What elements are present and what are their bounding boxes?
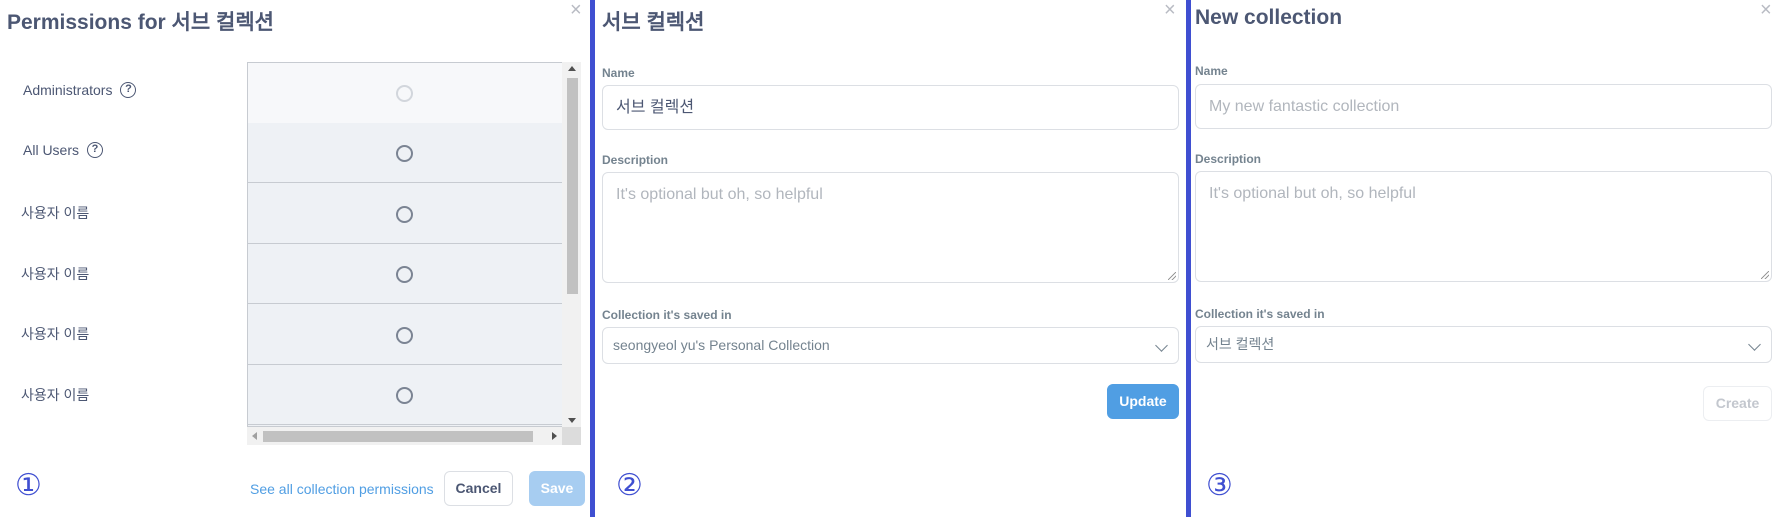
permission-radio-icon[interactable] xyxy=(396,85,413,102)
name-label: Name xyxy=(1195,64,1228,78)
horizontal-scrollbar[interactable] xyxy=(247,427,562,445)
description-input[interactable]: It's optional but oh, so helpful xyxy=(1195,171,1772,282)
help-icon[interactable]: ? xyxy=(120,82,137,98)
close-icon[interactable]: × xyxy=(1164,0,1176,20)
group-all-users: All Users ? xyxy=(23,142,104,158)
scroll-down-icon[interactable] xyxy=(568,418,576,423)
scrollbar-thumb[interactable] xyxy=(567,78,578,294)
name-label: Name xyxy=(602,66,635,80)
collection-picker-value: 서브 컬렉션 xyxy=(1206,336,1275,352)
permission-radio-icon[interactable] xyxy=(396,387,413,404)
permission-cell[interactable] xyxy=(248,184,562,244)
close-icon[interactable]: × xyxy=(570,0,582,20)
close-icon[interactable]: × xyxy=(1760,0,1772,20)
save-button[interactable]: Save xyxy=(529,471,585,506)
scroll-up-icon[interactable] xyxy=(568,66,576,71)
permissions-modal: Permissions for 서브 컬렉션 × Administrators … xyxy=(0,0,590,517)
description-label: Description xyxy=(1195,152,1262,166)
permission-cell[interactable] xyxy=(248,123,562,183)
group-user-row: 사용자 이름 xyxy=(21,264,89,284)
vertical-scrollbar[interactable] xyxy=(562,62,581,427)
step-number: ③ xyxy=(1206,469,1233,502)
resize-grip-icon[interactable] xyxy=(1168,272,1176,280)
description-input[interactable]: It's optional but oh, so helpful xyxy=(602,172,1179,283)
description-placeholder: It's optional but oh, so helpful xyxy=(1209,185,1416,202)
permission-radio-icon[interactable] xyxy=(396,206,413,223)
saved-in-label: Collection it's saved in xyxy=(602,308,732,322)
permission-cell[interactable] xyxy=(248,63,562,123)
name-input[interactable]: My new fantastic collection xyxy=(1195,84,1772,129)
collection-picker[interactable]: 서브 컬렉션 xyxy=(1195,326,1772,363)
saved-in-label: Collection it's saved in xyxy=(1195,307,1325,321)
group-label: Administrators xyxy=(23,82,113,98)
collection-picker-value: seongyeol yu's Personal Collection xyxy=(613,337,830,353)
permission-radio-icon[interactable] xyxy=(396,327,413,344)
permission-radio-icon[interactable] xyxy=(396,266,413,283)
permission-cell[interactable] xyxy=(248,365,562,425)
permission-radio-icon[interactable] xyxy=(396,145,413,162)
edit-collection-title: 서브 컬렉션 xyxy=(602,11,705,34)
chevron-down-icon xyxy=(1155,339,1168,352)
panel-divider xyxy=(590,0,595,517)
group-user-row: 사용자 이름 xyxy=(21,385,89,405)
scrollbar-corner xyxy=(562,427,581,445)
group-user-row: 사용자 이름 xyxy=(21,324,89,344)
scroll-right-icon[interactable] xyxy=(552,432,557,440)
permissions-title: Permissions for 서브 컬렉션 xyxy=(7,11,274,34)
scrollbar-thumb[interactable] xyxy=(263,431,533,442)
name-input[interactable]: 서브 컬렉션 xyxy=(602,85,1179,130)
chevron-down-icon xyxy=(1748,338,1761,351)
panel-divider xyxy=(1186,0,1191,517)
cancel-button[interactable]: Cancel xyxy=(444,471,513,506)
new-collection-title: New collection xyxy=(1195,6,1343,29)
group-label: 사용자 이름 xyxy=(21,205,90,221)
group-label: 사용자 이름 xyxy=(21,387,90,403)
see-all-permissions-link[interactable]: See all collection permissions xyxy=(250,481,434,497)
group-administrators: Administrators ? xyxy=(23,82,137,98)
resize-grip-icon[interactable] xyxy=(1761,271,1769,279)
group-label: All Users xyxy=(23,142,80,158)
group-user-row: 사용자 이름 xyxy=(21,203,89,223)
group-label: 사용자 이름 xyxy=(21,266,90,282)
scroll-left-icon[interactable] xyxy=(252,432,257,440)
create-button[interactable]: Create xyxy=(1703,386,1772,421)
permissions-grid xyxy=(247,62,562,427)
group-label: 사용자 이름 xyxy=(21,326,90,342)
update-button[interactable]: Update xyxy=(1107,384,1179,419)
step-number: ① xyxy=(15,469,42,502)
collection-picker[interactable]: seongyeol yu's Personal Collection xyxy=(602,327,1179,364)
new-collection-modal: New collection × Name My new fantastic c… xyxy=(1192,0,1787,517)
description-placeholder: It's optional but oh, so helpful xyxy=(616,186,823,203)
help-icon[interactable]: ? xyxy=(87,142,104,158)
edit-collection-modal: 서브 컬렉션 × Name 서브 컬렉션 Description It's op… xyxy=(596,0,1186,517)
description-label: Description xyxy=(602,153,669,167)
permission-cell[interactable] xyxy=(248,244,562,304)
permission-cell[interactable] xyxy=(248,305,562,365)
step-number: ② xyxy=(616,469,643,502)
